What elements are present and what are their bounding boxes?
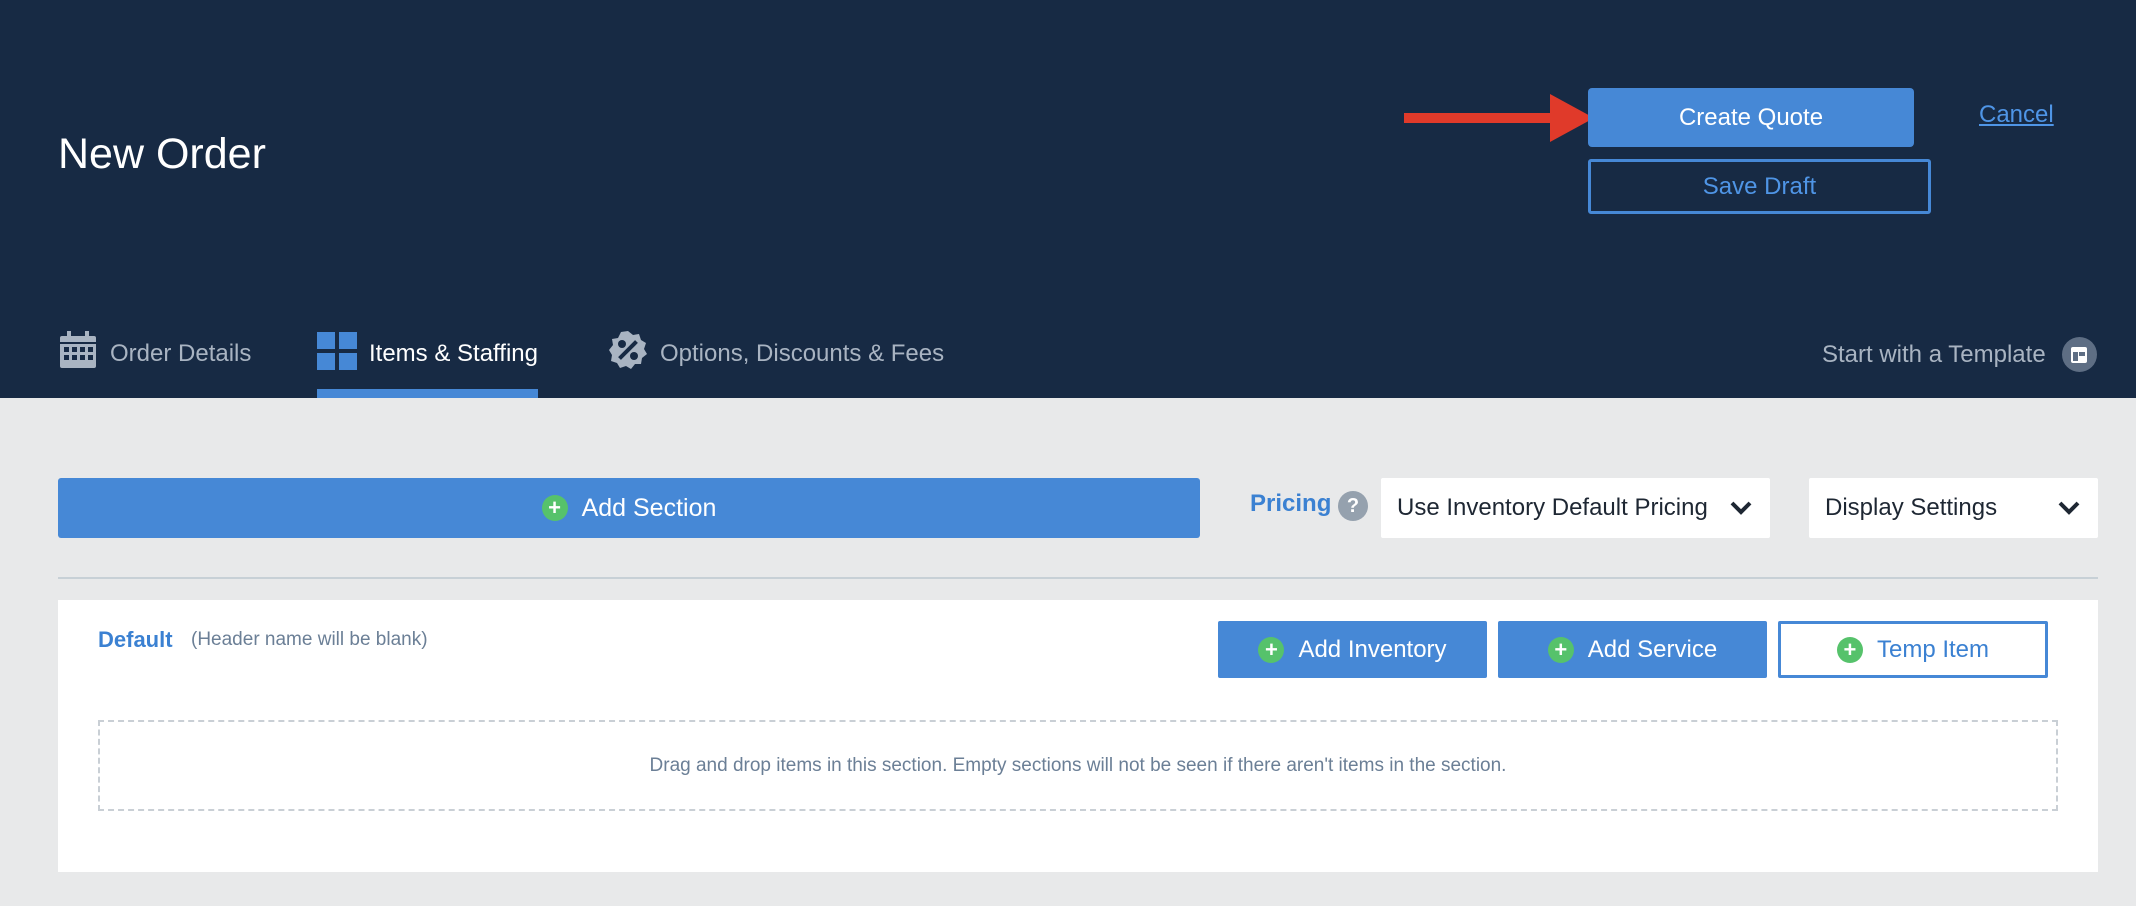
template-icon — [2061, 337, 2097, 372]
plus-icon: + — [1258, 636, 1285, 663]
chevron-down-icon — [1730, 501, 1752, 515]
section-name[interactable]: Default — [98, 627, 173, 653]
help-icon[interactable]: ? — [1338, 491, 1368, 521]
add-service-button[interactable]: + Add Service — [1498, 621, 1767, 678]
tab-label: Items & Staffing — [369, 340, 538, 367]
active-tab-indicator — [317, 389, 538, 398]
chevron-down-icon — [2058, 501, 2080, 515]
section-hint: (Header name will be blank) — [191, 629, 428, 650]
page-header: New Order Create Quote Cancel Save Draft… — [0, 0, 2136, 398]
pricing-label: Pricing — [1250, 490, 1332, 517]
tab-label: Options, Discounts & Fees — [660, 340, 945, 367]
drop-zone[interactable]: Drag and drop items in this section. Emp… — [98, 720, 2058, 811]
discount-badge-icon — [608, 330, 648, 377]
add-inventory-label: Add Inventory — [1298, 635, 1447, 663]
tab-options-discounts-fees[interactable]: Options, Discounts & Fees — [608, 330, 944, 398]
annotation-arrow-icon — [1404, 94, 1594, 142]
tab-order-details[interactable]: Order Details — [58, 330, 251, 398]
display-settings-value: Display Settings — [1825, 494, 1998, 521]
start-template-link[interactable]: Start with a Template — [1822, 337, 2097, 372]
add-inventory-button[interactable]: + Add Inventory — [1218, 621, 1487, 678]
plus-icon: + — [1836, 636, 1863, 663]
page-title: New Order — [58, 130, 266, 178]
pricing-select[interactable]: Use Inventory Default Pricing — [1381, 478, 1770, 538]
display-settings-select[interactable]: Display Settings — [1809, 478, 2098, 538]
template-link-label: Start with a Template — [1822, 340, 2046, 368]
add-service-label: Add Service — [1587, 635, 1718, 663]
save-draft-button[interactable]: Save Draft — [1588, 159, 1931, 214]
calendar-icon — [58, 330, 98, 377]
cancel-link[interactable]: Cancel — [1979, 101, 2054, 129]
pricing-select-value: Use Inventory Default Pricing — [1397, 494, 1708, 521]
tab-items-staffing[interactable]: Items & Staffing — [317, 330, 538, 398]
tab-label: Order Details — [110, 340, 252, 367]
create-quote-button[interactable]: Create Quote — [1588, 88, 1914, 147]
plus-icon: + — [541, 495, 568, 521]
drop-zone-text: Drag and drop items in this section. Emp… — [649, 754, 1507, 776]
temp-item-label: Temp Item — [1876, 635, 1990, 663]
divider — [58, 577, 2098, 579]
temp-item-button[interactable]: + Temp Item — [1778, 621, 2048, 678]
plus-icon: + — [1547, 636, 1574, 663]
grid-icon — [317, 330, 357, 377]
add-section-button[interactable]: + Add Section — [58, 478, 1200, 538]
add-section-label: Add Section — [581, 493, 717, 522]
